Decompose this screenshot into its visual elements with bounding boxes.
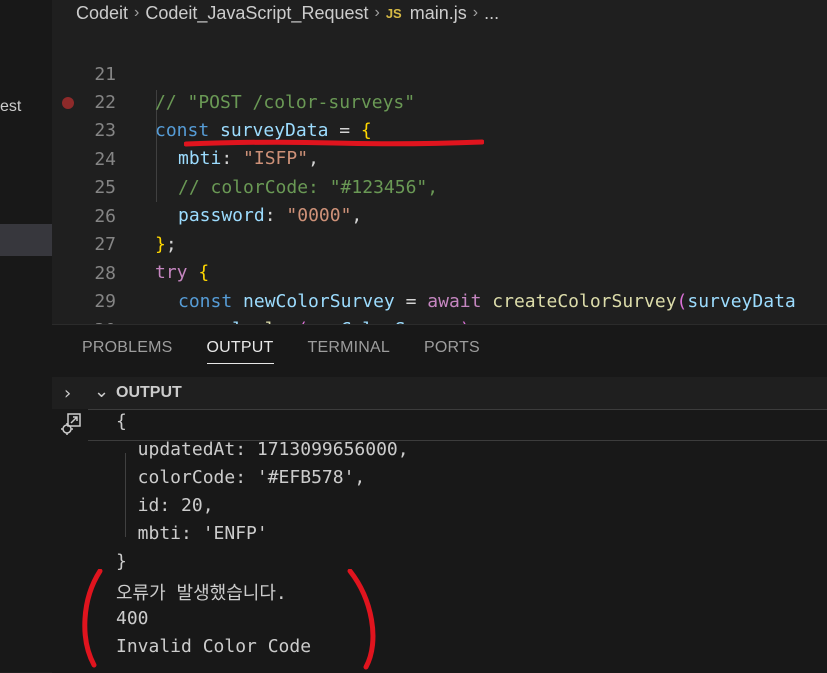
tab-ports[interactable]: PORTS [424,339,480,364]
line-number: 30 [52,317,116,324]
code-line: 21 // "POST /color-surveys" [52,33,827,113]
output-line: colorCode: '#EFB578', [116,467,366,488]
code-line: 23 mbti: "ISFP", [52,89,827,169]
bottom-panel: PROBLEMS OUTPUT TERMINAL PORTS › ⌄ OUTPU… [52,324,827,673]
panel-tabs: PROBLEMS OUTPUT TERMINAL PORTS [82,339,480,364]
chevron-right-icon: › [134,4,140,21]
code-line: 27 try { [52,203,827,283]
tab-terminal[interactable]: TERMINAL [308,339,391,364]
output-section-header[interactable]: › ⌄ OUTPUT [52,377,827,409]
open-in-editor-icon[interactable] [58,411,84,437]
code-line: 30 } catch (e) { [52,289,827,324]
selected-explorer-item[interactable] [0,224,52,256]
chevron-right-icon: › [472,4,479,21]
tab-problems[interactable]: PROBLEMS [82,339,173,364]
chevron-down-icon[interactable]: ⌄ [94,381,109,402]
output-line: mbti: 'ENFP' [116,523,268,544]
output-filter-box[interactable] [88,409,827,441]
output-line: id: 20, [116,495,214,516]
chevron-right-icon: › [374,4,380,21]
output-line: { [116,411,127,432]
breadcrumb: Codeit › Codeit_JavaScript_Request › JS … [52,0,827,26]
breadcrumb-item-symbol[interactable]: ... [484,3,499,24]
code-line: 25 password: "0000", [52,146,827,226]
javascript-file-icon: JS [385,5,402,21]
breadcrumb-item-file[interactable]: main.js [410,3,467,24]
red-parentheses-annotation [82,569,376,670]
activity-sidebar: est [0,0,53,672]
output-section-title: OUTPUT [116,384,182,401]
code-line: 29 console.log(newColorSurvey); [52,260,827,324]
code-line: 26 }; [52,175,827,255]
chevron-right-icon[interactable]: › [64,383,71,404]
breadcrumb-item-folder[interactable]: Codeit_JavaScript_Request [145,3,368,24]
tab-output[interactable]: OUTPUT [206,339,274,364]
code-line: 22 const surveyData = { [52,61,827,141]
explorer-stub-text: est [0,98,22,115]
output-line: updatedAt: 1713099656000, [116,439,409,460]
code-line: 28 const newColorSurvey = await createCo… [52,232,827,312]
breadcrumb-item-root[interactable]: Codeit [76,3,128,24]
code-editor[interactable]: 21 // "POST /color-surveys" 22 const sur… [52,26,827,324]
